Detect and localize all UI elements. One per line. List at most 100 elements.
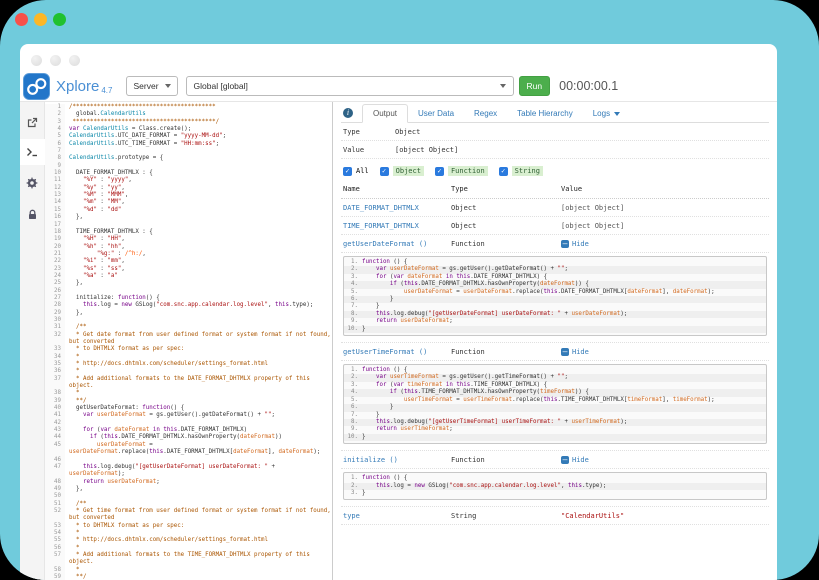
tab-table-hierarchy[interactable]: Table Hierarchy <box>507 105 583 122</box>
property-name-link[interactable]: getUserDateFormat () <box>343 240 427 248</box>
line-number: 24 <box>45 273 65 280</box>
inner-close-icon[interactable] <box>31 55 42 66</box>
tab-logs[interactable]: Logs <box>583 105 630 122</box>
gear-icon[interactable] <box>20 170 45 196</box>
checkbox-icon[interactable]: ✓ <box>435 167 444 176</box>
line-code: * <box>65 567 332 574</box>
source-line-number: 8. <box>344 311 362 318</box>
line-number: 56 <box>45 545 65 552</box>
property-name-link[interactable]: DATE_FORMAT_DHTMLX <box>343 204 419 212</box>
source-line-code: function () { <box>362 367 766 374</box>
tab-regex[interactable]: Regex <box>464 105 507 122</box>
line-number: 2 <box>45 111 65 118</box>
filter-row: ✓ All ✓Object ✓Function ✓String <box>341 159 769 181</box>
lock-icon[interactable] <box>20 201 45 227</box>
line-number: 53 <box>45 523 65 530</box>
tab-user-data[interactable]: User Data <box>408 105 464 122</box>
maximize-window-icon[interactable] <box>53 13 66 26</box>
editor-line: 1/**************************************… <box>45 104 332 111</box>
scope-select[interactable]: Global [global] <box>186 76 514 96</box>
editor-line: 3 **************************************… <box>45 119 332 126</box>
line-code: **/ <box>65 398 332 405</box>
property-name-link[interactable]: getUserTimeFormat () <box>343 348 427 356</box>
editor-line: 14 "%m" : "MM", <box>45 199 332 206</box>
checkbox-icon[interactable]: ✓ <box>499 167 508 176</box>
function-source-wrap: 1.function () {2. var userTimeFormat = g… <box>341 364 769 451</box>
source-line-code: for (var dateFormat in this.DATE_FORMAT_… <box>362 274 766 281</box>
source-line-code: if (this.TIME_FORMAT_DHTMLX.hasOwnProper… <box>362 389 766 396</box>
line-number: 25 <box>45 280 65 287</box>
line-code: this.log = new GSLog("com.snc.app.calend… <box>65 302 332 309</box>
toolbar: Xplore 4.7 Server Global [global] Run 00… <box>20 71 777 102</box>
filter-label: All <box>356 167 369 175</box>
code-editor[interactable]: 1/**************************************… <box>45 102 332 580</box>
line-code: /***************************************… <box>65 104 332 111</box>
line-number: 20 <box>45 244 65 251</box>
source-line-code: this.log.debug("[getUserDateFormat] user… <box>362 311 766 318</box>
editor-line: 18 TIME_FORMAT_DHTMLX : { <box>45 229 332 236</box>
filter-function[interactable]: ✓Function <box>435 166 488 176</box>
editor-line: 26 <box>45 288 332 295</box>
checkbox-icon[interactable]: ✓ <box>343 167 352 176</box>
info-icon[interactable]: i <box>343 108 353 118</box>
inner-minimize-icon[interactable] <box>50 55 61 66</box>
line-number: 42 <box>45 420 65 427</box>
hide-toggle[interactable]: –Hide <box>561 348 769 356</box>
filter-all[interactable]: ✓ All <box>343 167 369 176</box>
server-select[interactable]: Server <box>126 76 177 96</box>
editor-line: 29 }, <box>45 310 332 317</box>
open-in-new-icon[interactable] <box>20 109 45 135</box>
line-code <box>65 288 332 295</box>
xplore-window: Xplore 4.7 Server Global [global] Run 00… <box>20 44 777 580</box>
checkbox-icon[interactable]: ✓ <box>380 167 389 176</box>
tab-label: Output <box>373 109 397 118</box>
terminal-icon[interactable] <box>20 139 45 165</box>
source-line-code: } <box>362 303 766 310</box>
run-button[interactable]: Run <box>519 76 551 96</box>
hide-toggle[interactable]: –Hide <box>561 240 769 248</box>
source-line: 7. } <box>344 412 766 419</box>
line-number: 4 <box>45 126 65 133</box>
value-label: Value <box>343 146 395 154</box>
property-value: [object Object] <box>561 204 769 212</box>
line-number: 5 <box>45 133 65 140</box>
line-code: * <box>65 354 332 361</box>
function-source-block: 1.function () {2. var userTimeFormat = g… <box>343 364 767 444</box>
value-value: [object Object] <box>395 146 458 154</box>
source-line-code: function () { <box>362 475 766 482</box>
property-type: Function <box>451 348 561 356</box>
source-line-code: } <box>362 412 766 419</box>
source-line: 1.function () { <box>344 475 766 482</box>
editor-line: 30 <box>45 317 332 324</box>
inner-maximize-icon[interactable] <box>69 55 80 66</box>
filter-string[interactable]: ✓String <box>499 166 543 176</box>
tab-label: Logs <box>593 109 610 118</box>
property-value: –Hide <box>561 240 769 248</box>
editor-line: 59 **/ <box>45 574 332 580</box>
line-number: 34 <box>45 354 65 361</box>
source-line: 3.} <box>344 490 766 497</box>
close-window-icon[interactable] <box>15 13 28 26</box>
source-line: 3. for (var dateFormat in this.DATE_FORM… <box>344 274 766 281</box>
minimize-window-icon[interactable] <box>34 13 47 26</box>
editor-line: 6CalendarUtils.UTC_TIME_FORMAT = "HH:mm:… <box>45 141 332 148</box>
source-line-number: 7. <box>344 412 362 419</box>
property-name-link[interactable]: TIME_FORMAT_DHTMLX <box>343 222 419 230</box>
line-number: 17 <box>45 222 65 229</box>
line-number: 28 <box>45 302 65 309</box>
line-code <box>65 457 332 464</box>
hide-toggle[interactable]: –Hide <box>561 456 769 464</box>
tab-output[interactable]: Output <box>362 104 408 123</box>
line-code: * <box>65 530 332 537</box>
line-code: if (this.DATE_FORMAT_DHTMLX.hasOwnProper… <box>65 434 332 441</box>
filter-object[interactable]: ✓Object <box>380 166 424 176</box>
line-number: 33 <box>45 346 65 353</box>
property-name-link[interactable]: type <box>343 512 360 520</box>
property-value: "CalendarUtils" <box>561 512 769 520</box>
line-number: 12 <box>45 185 65 192</box>
property-name-link[interactable]: initialize () <box>343 456 398 464</box>
source-line-number: 10. <box>344 434 362 441</box>
line-code <box>65 222 332 229</box>
line-code: * <box>65 545 332 552</box>
line-code: * http://docs.dhtmlx.com/scheduler/setti… <box>65 537 332 544</box>
